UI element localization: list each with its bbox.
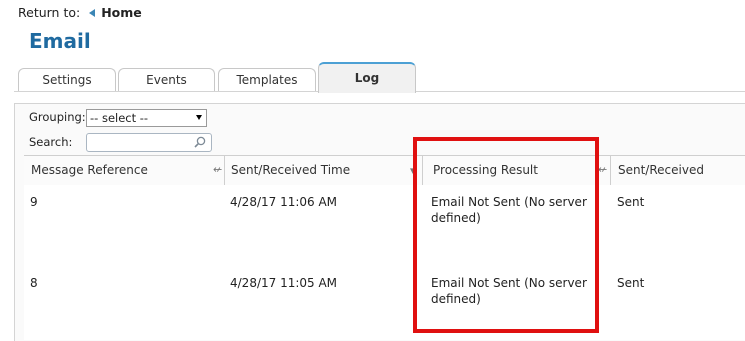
search-input[interactable] xyxy=(86,133,212,152)
column-divider xyxy=(224,156,225,185)
tab-log[interactable]: Log xyxy=(318,62,416,93)
tab-settings[interactable]: Settings xyxy=(18,68,116,91)
home-link[interactable]: Home xyxy=(101,5,142,20)
column-divider xyxy=(422,156,423,185)
grouping-select[interactable]: -- select -- xyxy=(86,109,207,127)
column-header-sent-received[interactable]: Sent/Received xyxy=(618,156,704,185)
column-resize-icon[interactable]: ↚ xyxy=(598,164,607,176)
grouping-label: Grouping: xyxy=(29,110,86,124)
page-title: Email xyxy=(29,29,91,53)
tab-label: Settings xyxy=(42,73,92,87)
tab-templates[interactable]: Templates xyxy=(218,68,316,91)
grouping-select-value: -- select -- xyxy=(90,111,149,125)
column-header-message-reference[interactable]: Message Reference xyxy=(31,156,148,185)
column-header-sent-received-time[interactable]: Sent/Received Time xyxy=(231,156,350,185)
return-label: Return to: xyxy=(18,5,81,20)
tab-label: Events xyxy=(146,73,187,87)
tab-events[interactable]: Events xyxy=(118,68,215,91)
search-row: Search: xyxy=(29,135,72,149)
back-arrow-icon[interactable] xyxy=(89,8,96,17)
table-cell-time[interactable]: 4/28/17 11:05 AM xyxy=(230,275,337,291)
search-label: Search: xyxy=(29,135,73,149)
chevron-down-icon xyxy=(196,115,202,120)
table-cell-reference[interactable]: 8 xyxy=(30,275,38,291)
table-cell-result[interactable]: Email Not Sent (No server defined) xyxy=(431,275,591,307)
table-cell-time[interactable]: 4/28/17 11:06 AM xyxy=(230,194,337,210)
tab-label: Templates xyxy=(236,73,298,87)
column-divider xyxy=(610,156,611,185)
grouping-row: Grouping: xyxy=(29,110,86,124)
table-cell-result[interactable]: Email Not Sent (No server defined) xyxy=(431,194,591,226)
column-header-processing-result[interactable]: Processing Result xyxy=(433,156,538,185)
table-header: Message Reference ↚ Sent/Received Time ▾… xyxy=(24,155,745,186)
sort-desc-icon[interactable]: ▾ xyxy=(410,165,416,177)
search-icon[interactable] xyxy=(194,136,206,148)
table-cell-reference[interactable]: 9 xyxy=(30,194,38,210)
table-cell-direction[interactable]: Sent xyxy=(617,194,644,210)
table-cell-direction[interactable]: Sent xyxy=(617,275,644,291)
return-bar: Return to: Home xyxy=(18,5,142,20)
tab-label: Log xyxy=(354,71,380,85)
column-resize-icon[interactable]: ↚ xyxy=(213,164,222,176)
